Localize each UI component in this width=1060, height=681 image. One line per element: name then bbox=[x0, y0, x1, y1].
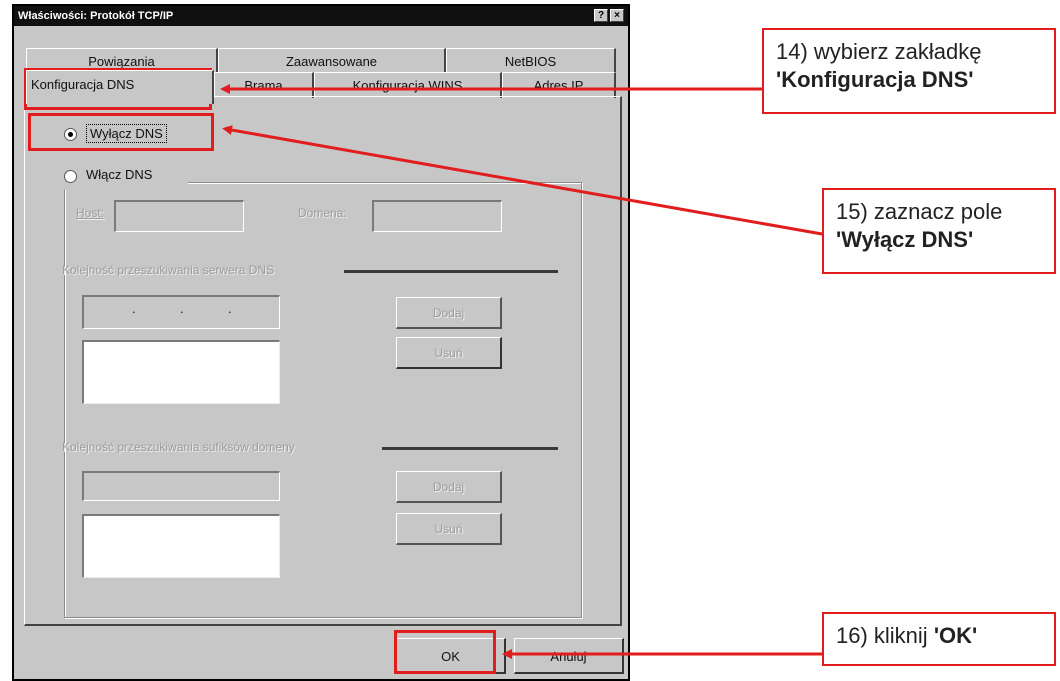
tab-konfiguracja-dns[interactable]: Konfiguracja DNS bbox=[26, 70, 214, 104]
arrow-to-disable-dns bbox=[222, 125, 823, 236]
